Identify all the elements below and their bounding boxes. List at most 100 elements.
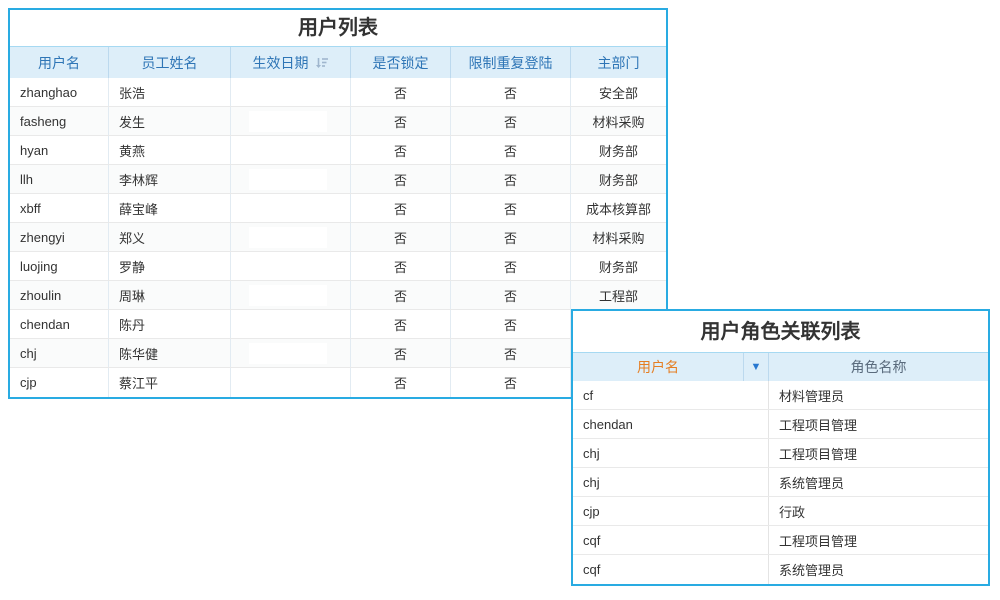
- table-row[interactable]: chendan工程项目管理: [573, 410, 988, 439]
- effective-date-field[interactable]: [249, 198, 327, 219]
- restrict-login-cell: 否: [451, 252, 571, 280]
- effective-date-field[interactable]: [249, 82, 327, 103]
- department-cell: 财务部: [571, 165, 666, 193]
- effective-date-cell: [231, 165, 351, 193]
- username-cell: zhanghao: [10, 78, 109, 106]
- username-cell: llh: [10, 165, 109, 193]
- username-cell: fasheng: [10, 107, 109, 135]
- employee-name-cell: 李林辉: [109, 165, 231, 193]
- table-row[interactable]: xbff薛宝峰否否成本核算部: [10, 194, 666, 223]
- effective-date-cell: [231, 252, 351, 280]
- role-username-cell: cf: [573, 381, 769, 409]
- locked-cell: 否: [351, 165, 451, 193]
- locked-cell: 否: [351, 194, 451, 222]
- column-header-role-username[interactable]: 用户名: [573, 353, 744, 381]
- effective-date-field[interactable]: [249, 314, 327, 335]
- department-cell: 材料采购: [571, 107, 666, 135]
- locked-cell: 否: [351, 78, 451, 106]
- user-list-body: zhanghao张浩否否安全部fasheng发生否否材料采购hyan黄燕否否财务…: [10, 78, 666, 397]
- restrict-login-cell: 否: [451, 194, 571, 222]
- username-cell: hyan: [10, 136, 109, 164]
- table-row[interactable]: cqf系统管理员: [573, 555, 988, 584]
- table-row[interactable]: llh李林辉否否财务部: [10, 165, 666, 194]
- table-row[interactable]: zhengyi郑义否否材料采购: [10, 223, 666, 252]
- table-row[interactable]: chendan陈丹否否: [10, 310, 666, 339]
- department-cell: 安全部: [571, 78, 666, 106]
- employee-name-cell: 郑义: [109, 223, 231, 251]
- effective-date-field[interactable]: [249, 227, 327, 248]
- locked-cell: 否: [351, 339, 451, 367]
- employee-name-cell: 周琳: [109, 281, 231, 309]
- table-row[interactable]: hyan黄燕否否财务部: [10, 136, 666, 165]
- table-row[interactable]: fasheng发生否否材料采购: [10, 107, 666, 136]
- role-username-cell: cqf: [573, 555, 769, 584]
- role-name-cell: 工程项目管理: [769, 439, 988, 467]
- table-row[interactable]: chj陈华健否否: [10, 339, 666, 368]
- username-cell: xbff: [10, 194, 109, 222]
- role-username-cell: chendan: [573, 410, 769, 438]
- effective-date-field[interactable]: [249, 285, 327, 306]
- locked-cell: 否: [351, 368, 451, 397]
- role-username-cell: chj: [573, 439, 769, 467]
- employee-name-cell: 蔡江平: [109, 368, 231, 397]
- effective-date-field[interactable]: [249, 111, 327, 132]
- table-row[interactable]: luojing罗静否否财务部: [10, 252, 666, 281]
- effective-date-cell: [231, 78, 351, 106]
- user-role-header-row: 用户名 ▼ 角色名称: [573, 353, 988, 381]
- column-header-employee-name[interactable]: 员工姓名: [109, 47, 231, 78]
- effective-date-field[interactable]: [249, 256, 327, 277]
- employee-name-cell: 薛宝峰: [109, 194, 231, 222]
- column-header-main-department[interactable]: 主部门: [571, 47, 666, 78]
- effective-date-field[interactable]: [249, 343, 327, 364]
- role-name-cell: 行政: [769, 497, 988, 525]
- user-role-panel: 用户角色关联列表 用户名 ▼ 角色名称 cf材料管理员chendan工程项目管理…: [571, 309, 990, 586]
- user-role-title: 用户角色关联列表: [573, 311, 988, 353]
- effective-date-cell: [231, 310, 351, 338]
- column-header-restrict-login[interactable]: 限制重复登陆: [451, 47, 571, 78]
- effective-date-cell: [231, 281, 351, 309]
- employee-name-cell: 陈华健: [109, 339, 231, 367]
- column-header-role-name[interactable]: 角色名称: [769, 353, 988, 381]
- employee-name-cell: 发生: [109, 107, 231, 135]
- table-row[interactable]: chj系统管理员: [573, 468, 988, 497]
- user-list-header-row: 用户名 员工姓名 生效日期: [10, 47, 666, 78]
- role-username-cell: cqf: [573, 526, 769, 554]
- table-row[interactable]: cjp蔡江平 否否: [10, 368, 666, 397]
- effective-date-cell: [231, 223, 351, 251]
- role-name-cell: 材料管理员: [769, 381, 988, 409]
- table-row[interactable]: zhoulin周琳否否工程部: [10, 281, 666, 310]
- table-row[interactable]: cf材料管理员: [573, 381, 988, 410]
- role-name-cell: 系统管理员: [769, 468, 988, 496]
- employee-name-cell: 张浩: [109, 78, 231, 106]
- sort-descending-icon[interactable]: [315, 56, 329, 70]
- user-role-body: cf材料管理员chendan工程项目管理chj工程项目管理chj系统管理员cjp…: [573, 381, 988, 584]
- column-header-effective-date[interactable]: 生效日期: [231, 47, 351, 78]
- username-cell: cjp: [10, 368, 109, 397]
- username-filter-cell[interactable]: ▼: [744, 353, 769, 381]
- department-cell: 财务部: [571, 252, 666, 280]
- table-row[interactable]: zhanghao张浩否否安全部: [10, 78, 666, 107]
- column-header-username[interactable]: 用户名: [10, 47, 109, 78]
- user-list-panel: 用户列表 用户名 员工姓名 生效日期: [8, 8, 668, 399]
- column-header-locked[interactable]: 是否锁定: [351, 47, 451, 78]
- effective-date-cell: [231, 107, 351, 135]
- username-cell: zhoulin: [10, 281, 109, 309]
- department-cell: 财务部: [571, 136, 666, 164]
- locked-cell: 否: [351, 252, 451, 280]
- effective-date-cell: [231, 194, 351, 222]
- role-name-cell: 工程项目管理: [769, 410, 988, 438]
- restrict-login-cell: 否: [451, 368, 571, 397]
- effective-date-field[interactable]: [249, 169, 327, 190]
- locked-cell: 否: [351, 107, 451, 135]
- role-name-cell: 系统管理员: [769, 555, 988, 584]
- table-row[interactable]: chj工程项目管理: [573, 439, 988, 468]
- dropdown-arrow-icon[interactable]: ▼: [751, 362, 762, 373]
- department-cell: 成本核算部: [571, 194, 666, 222]
- restrict-login-cell: 否: [451, 78, 571, 106]
- effective-date-field[interactable]: [249, 140, 327, 161]
- table-row[interactable]: cjp行政: [573, 497, 988, 526]
- table-row[interactable]: cqf工程项目管理: [573, 526, 988, 555]
- locked-cell: 否: [351, 281, 451, 309]
- effective-date-cell: [231, 339, 351, 367]
- effective-date-field[interactable]: [249, 372, 327, 393]
